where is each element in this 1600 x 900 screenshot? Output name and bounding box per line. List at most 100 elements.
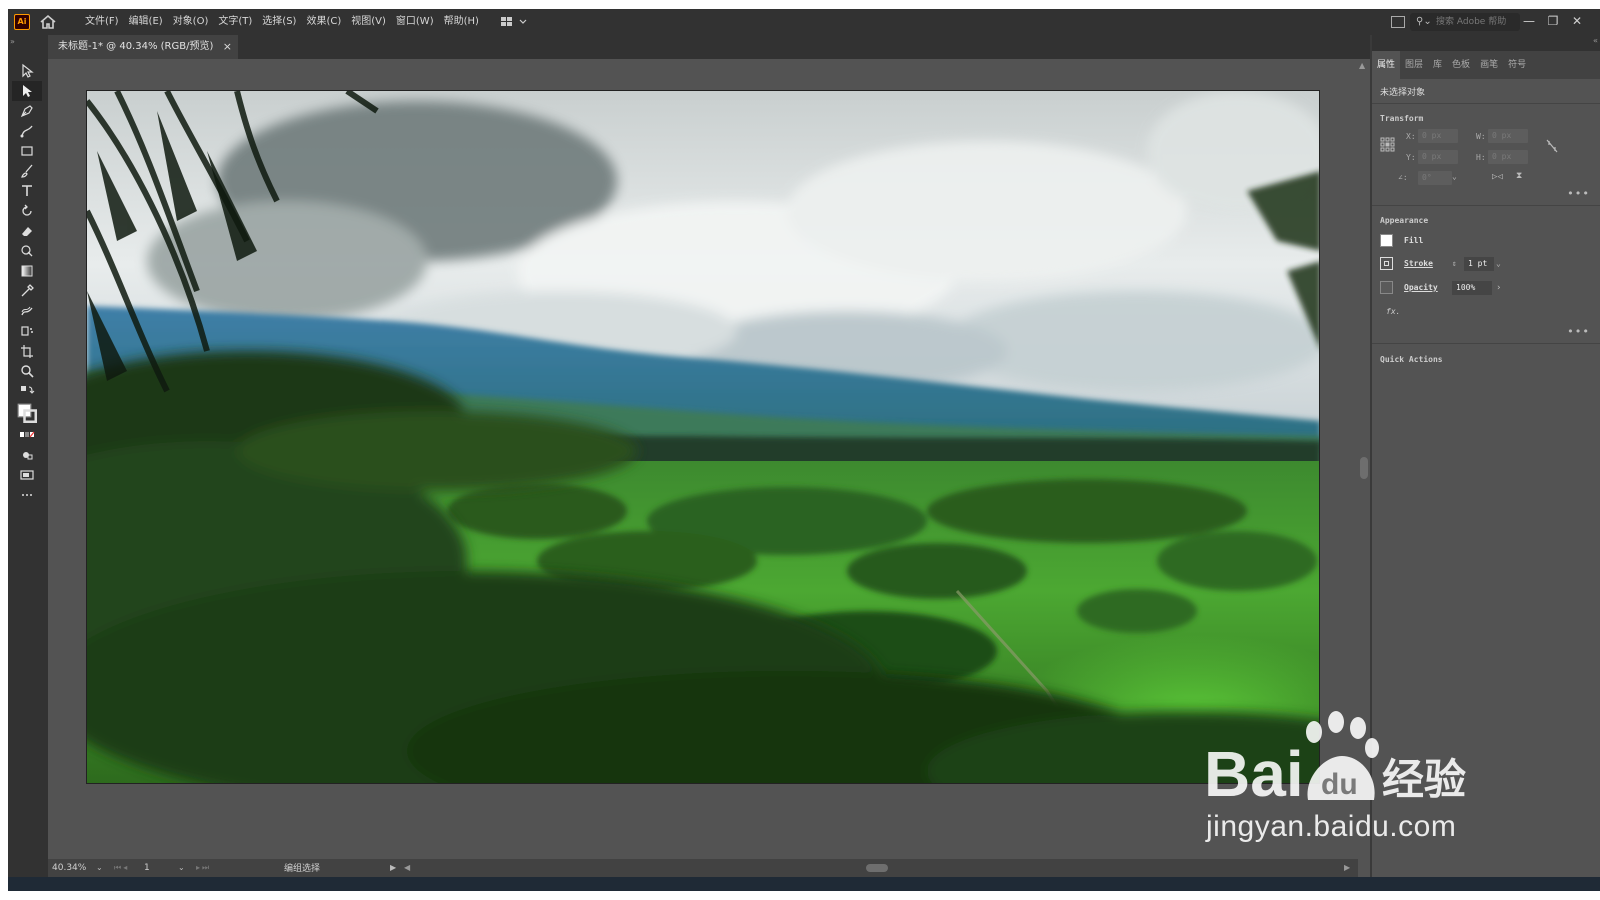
menu-edit[interactable]: 编辑(E) [124,9,168,35]
close-tab-icon[interactable]: × [223,35,232,59]
angle-dropdown-icon[interactable]: ⌄ [1452,172,1457,181]
opacity-expand-icon[interactable]: › [1496,280,1501,296]
next-last-artboard-icon[interactable]: ▸⏭ [196,859,211,877]
gradient-tool-icon[interactable] [12,261,42,281]
more-transform-options-icon[interactable]: ••• [1567,187,1590,200]
status-menu-icon[interactable]: ▶ [390,859,396,877]
menu-effect[interactable]: 效果(C) [301,9,346,35]
more-appearance-options-icon[interactable]: ••• [1567,325,1590,338]
document-tab-title: 未标题-1* @ 40.34% (RGB/预览) [58,41,214,52]
stroke-label[interactable]: Stroke [1404,256,1433,272]
fx-icon[interactable]: fx. [1386,307,1400,316]
reference-point-icon[interactable] [1380,137,1396,156]
type-tool-icon[interactable] [12,181,42,201]
angle-field[interactable]: 0° [1418,171,1452,185]
w-field[interactable]: 0 px [1488,129,1528,143]
paintbrush-tool-icon[interactable] [12,161,42,181]
rectangle-tool-icon[interactable] [12,141,42,161]
status-bar: 40.34% ⌄ ⏮◂ 1 ⌄ ▸⏭ 编组选择 ▶ ◀ ▶ [48,859,1358,877]
screen: Ai 文件(F) 编辑(E) 对象(O) 文字(T) 选择(S) 效果(C) 视… [0,0,1600,900]
tools-panel: » [8,35,48,891]
menu-window[interactable]: 窗口(W) [391,9,439,35]
zoom-dropdown-icon[interactable]: ⌄ [96,859,103,877]
tab-properties[interactable]: 属性 [1372,51,1401,79]
help-search-input[interactable]: ⚲⌄ 搜索 Adobe 帮助 [1410,13,1520,31]
opacity-field[interactable]: 100% [1452,281,1492,295]
shape-builder-tool-icon[interactable] [12,241,42,261]
canvas-area[interactable] [48,59,1358,859]
baidu-logo-icon: Bai du 经验 [1204,711,1466,810]
x-field[interactable]: 0 px [1418,129,1458,143]
stroke-row[interactable]: Stroke ⇕ 1 pt ⌄ [1380,256,1580,272]
fill-swatch[interactable] [1380,234,1393,247]
rotate-tool-icon[interactable] [12,201,42,221]
tab-brushes[interactable]: 画笔 [1475,51,1503,79]
appearance-title: Appearance [1380,216,1429,225]
first-prev-artboard-icon[interactable]: ⏮◂ [114,859,129,877]
opacity-row[interactable]: Opacity 100% › [1380,280,1580,296]
curvature-tool-icon[interactable] [12,121,42,141]
eyedropper-tool-icon[interactable] [12,281,42,301]
close-window-button[interactable]: ✕ [1566,9,1588,35]
menu-help[interactable]: 帮助(H) [439,9,484,35]
scroll-up-icon[interactable]: ▲ [1359,61,1365,70]
vertical-scroll-thumb[interactable] [1360,457,1368,479]
landscape-photo [87,91,1319,783]
artboard-tool-icon[interactable] [12,341,42,361]
fill-stroke-swatches-icon[interactable] [12,401,42,425]
color-mode-icon[interactable] [12,425,42,445]
panel-tabs: 属性 图层 库 色板 画笔 符号 [1372,51,1600,79]
opacity-label[interactable]: Opacity [1404,280,1438,296]
h-label: H: [1476,153,1486,162]
stroke-swatch[interactable] [1380,257,1393,270]
stroke-stepper-icon[interactable]: ⇕ [1452,256,1457,272]
menu-type[interactable]: 文字(T) [213,9,257,35]
h-field[interactable]: 0 px [1488,150,1528,164]
flip-horizontal-icon[interactable]: ▷◁ [1492,172,1503,182]
artboard-number-field[interactable]: 1 [144,860,176,876]
svg-text:经验: 经验 [1382,755,1466,804]
draw-mode-icon[interactable] [12,445,42,465]
scroll-left-icon[interactable]: ◀ [404,859,410,877]
home-icon[interactable] [38,13,58,31]
screen-mode-icon[interactable] [12,465,42,485]
constrain-proportions-icon[interactable] [1546,139,1558,156]
svg-text:Bai: Bai [1204,738,1304,808]
tab-swatches[interactable]: 色板 [1447,51,1475,79]
collapse-panel-icon[interactable]: « [1593,36,1598,45]
panel-layout-icon[interactable] [1391,16,1405,28]
collapse-toolbar-icon[interactable]: » [10,37,15,46]
swap-colors-icon[interactable] [12,381,42,401]
blend-tool-icon[interactable] [12,301,42,321]
menu-select[interactable]: 选择(S) [257,9,301,35]
zoom-level-field[interactable]: 40.34% [52,860,96,876]
scroll-right-icon[interactable]: ▶ [1344,859,1350,877]
fill-row[interactable]: Fill [1380,233,1580,249]
menu-file[interactable]: 文件(F) [80,9,124,35]
menu-view[interactable]: 视图(V) [346,9,391,35]
menu-object[interactable]: 对象(O) [168,9,214,35]
horizontal-scroll-thumb[interactable] [866,864,888,872]
artboard-image[interactable] [86,90,1320,784]
direct-selection-tool-icon[interactable] [12,81,42,101]
stroke-weight-dropdown-icon[interactable]: ⌄ [1496,256,1501,272]
restore-button[interactable]: ❐ [1542,9,1564,35]
eraser-tool-icon[interactable] [12,221,42,241]
flip-vertical-icon[interactable]: ⧗ [1516,171,1522,181]
y-field[interactable]: 0 px [1418,150,1458,164]
workspace-switcher-icon[interactable] [500,15,532,29]
pen-tool-icon[interactable] [12,101,42,121]
edit-toolbar-icon[interactable] [12,485,42,505]
status-tool-text: 编组选择 [284,864,321,874]
tab-symbols[interactable]: 符号 [1503,51,1531,79]
svg-text:du: du [1321,768,1358,801]
tab-libraries[interactable]: 库 [1428,51,1447,79]
tab-layers[interactable]: 图层 [1400,51,1428,79]
document-tab[interactable]: 未标题-1* @ 40.34% (RGB/预览) × [48,35,238,59]
minimize-button[interactable]: — [1518,9,1540,35]
zoom-tool-icon[interactable] [12,361,42,381]
selection-tool-icon[interactable] [12,61,42,81]
symbol-sprayer-tool-icon[interactable] [12,321,42,341]
stroke-weight-field[interactable]: 1 pt [1464,257,1494,271]
artboard-dropdown-icon[interactable]: ⌄ [178,859,185,877]
